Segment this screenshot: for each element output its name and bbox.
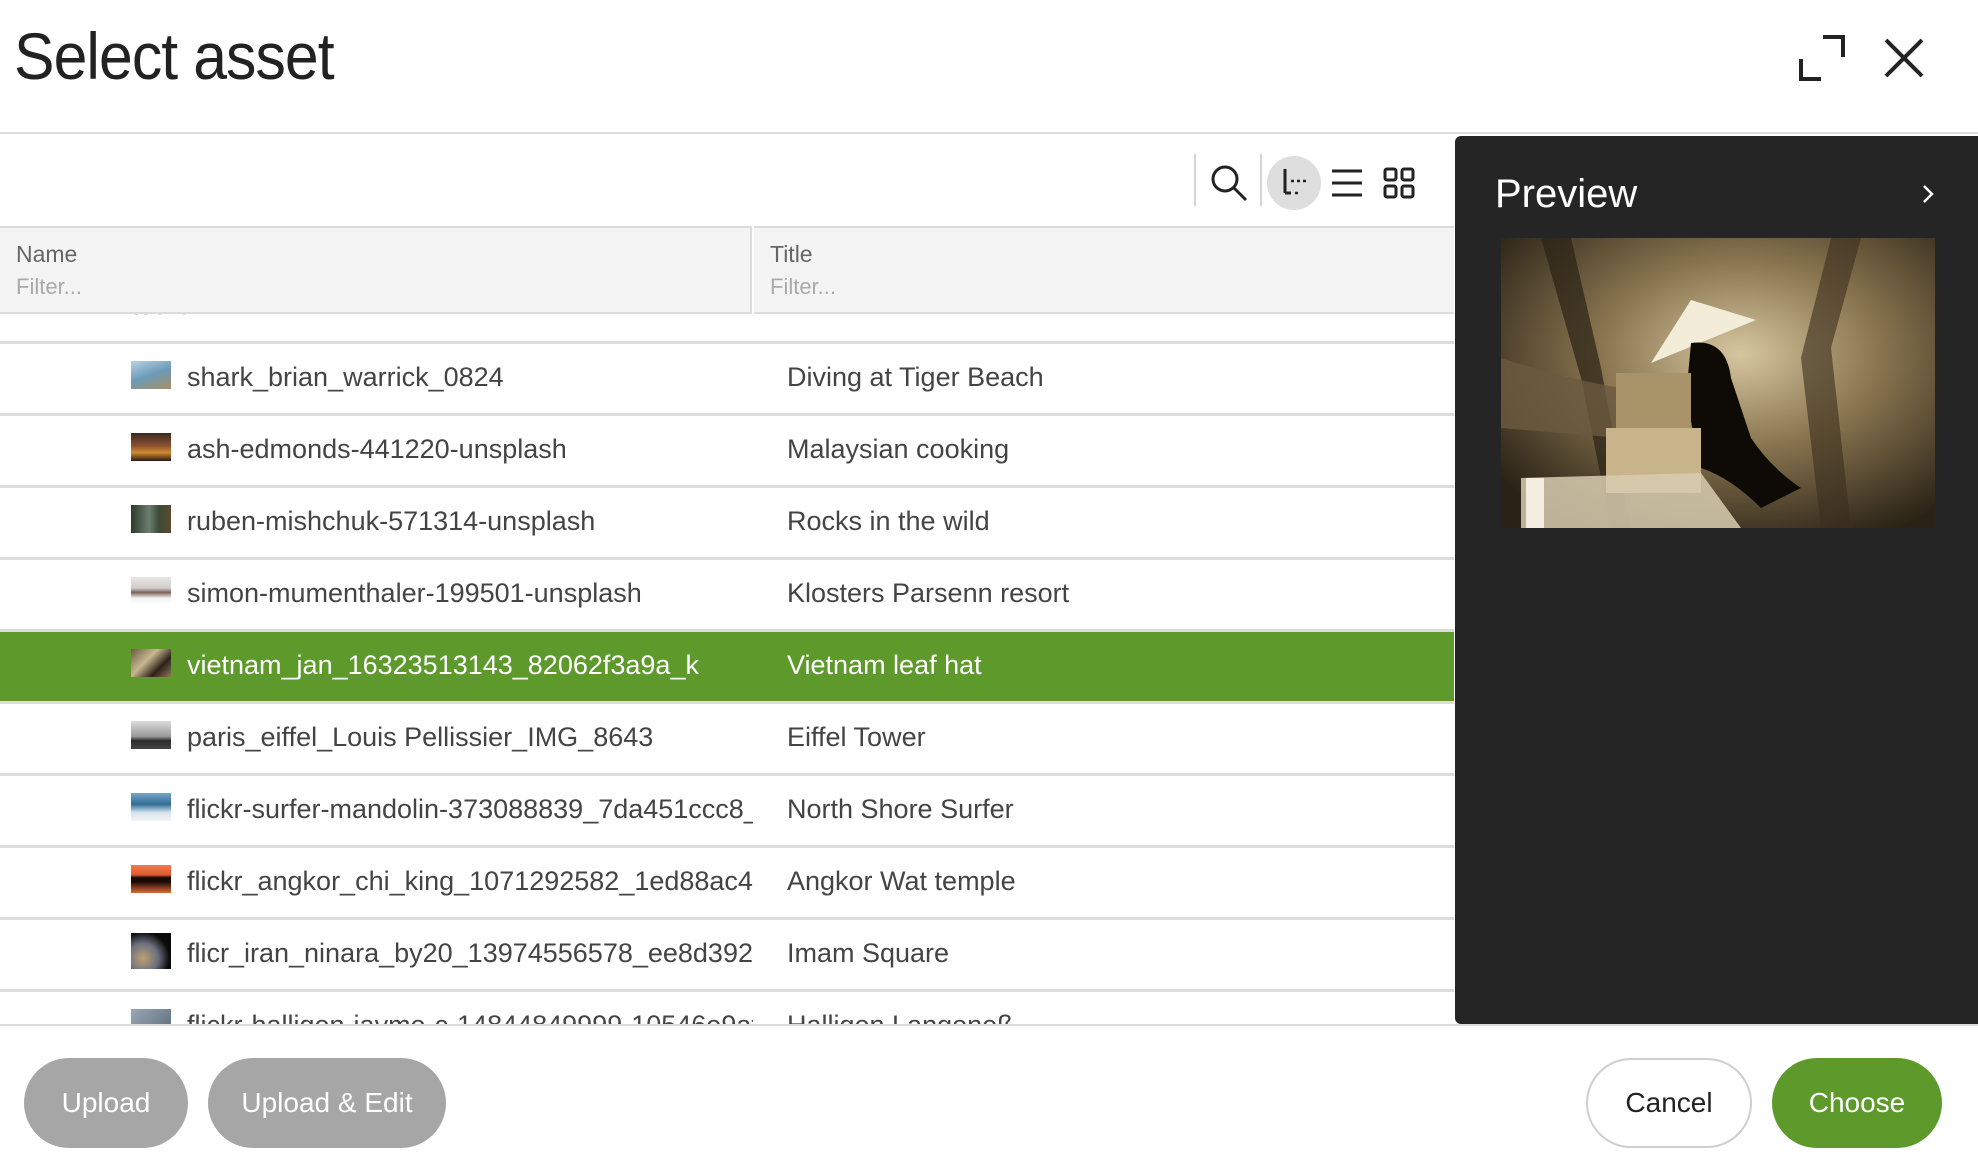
asset-name: vietnam_jan_16323513143_82062f3a9a_k <box>187 650 699 680</box>
dialog-header: Select asset <box>0 0 1978 134</box>
preview-photo <box>1501 238 1935 528</box>
expand-icon <box>1799 35 1845 81</box>
preview-title: Preview <box>1495 172 1638 216</box>
asset-name: flickr_angkor_chi_king_1071292582_1ed88a… <box>187 866 753 896</box>
title-filter-input[interactable] <box>770 274 1450 300</box>
asset-thumbnail <box>131 361 171 389</box>
title-column-header: Title <box>754 226 1454 314</box>
asset-title: Vietnam leaf hat <box>787 650 982 680</box>
asset-title: Halligen Langeneß <box>787 1010 1014 1024</box>
asset-row[interactable]: ruben-mishchuk-571314-unsplash Rocks in … <box>0 488 1454 560</box>
list-view-icon <box>1332 169 1362 197</box>
name-column-label: Name <box>16 241 78 267</box>
asset-title: Imam Square <box>787 938 950 968</box>
close-icon <box>1884 38 1924 78</box>
asset-row[interactable]: flickr_angkor_chi_king_1071292582_1ed88a… <box>0 848 1454 920</box>
asset-thumbnail <box>131 577 171 605</box>
asset-row[interactable]: paris_eiffel_Louis Pellissier_IMG_8643 E… <box>0 704 1454 776</box>
asset-thumbnail <box>131 1009 171 1024</box>
grid-view-icon <box>1383 167 1415 199</box>
asset-name: paris_eiffel_Louis Pellissier_IMG_8643 <box>187 722 654 752</box>
asset-thumbnail <box>131 933 171 969</box>
asset-thumbnail <box>131 505 171 533</box>
name-filter-input[interactable] <box>16 274 696 300</box>
chevron-right-icon <box>1923 185 1934 203</box>
asset-name: tours <box>131 314 697 321</box>
grid-view-button[interactable] <box>1372 156 1426 210</box>
asset-thumbnail <box>131 649 171 677</box>
asset-name: flicr_iran_ninara_by20_13974556578_ee8d3… <box>187 938 753 968</box>
asset-row-selected[interactable]: vietnam_jan_16323513143_82062f3a9a_k Vie… <box>0 632 1454 704</box>
asset-title: Diving at Tiger Beach <box>787 362 1044 392</box>
tree-view-button[interactable] <box>1267 156 1321 210</box>
choose-button[interactable]: Choose <box>1772 1058 1942 1148</box>
collapse-preview-button[interactable] <box>1915 178 1943 210</box>
asset-title: Klosters Parsenn resort <box>787 578 1070 608</box>
asset-name: flickr-halligen-jayme-c-14844849999-1054… <box>187 1010 753 1024</box>
asset-row[interactable]: flickr-halligen-jayme-c-14844849999-1054… <box>0 992 1454 1024</box>
asset-title: Malaysian cooking <box>787 434 1010 464</box>
asset-row[interactable]: shark_brian_warrick_0824 Diving at Tiger… <box>0 344 1454 416</box>
asset-row-tours[interactable]: tours <box>0 314 1454 344</box>
title-column-label: Title <box>770 241 813 267</box>
tree-view-icon <box>1283 169 1308 195</box>
asset-name: shark_brian_warrick_0824 <box>187 362 504 392</box>
asset-thumbnail <box>131 793 171 821</box>
asset-row[interactable]: simon-mumenthaler-199501-unsplash Kloste… <box>0 560 1454 632</box>
asset-row[interactable]: flickr-surfer-mandolin-373088839_7da451c… <box>0 776 1454 848</box>
name-column-header: Name <box>0 226 752 314</box>
asset-list[interactable]: tours shark_brian_warrick_0824 Diving at… <box>0 314 1454 1024</box>
view-toolbar <box>0 136 1454 226</box>
asset-row[interactable]: ash-edmonds-441220-unsplash Malaysian co… <box>0 416 1454 488</box>
preview-panel: Preview <box>1455 136 1978 1024</box>
expand-button[interactable] <box>1794 30 1850 86</box>
asset-thumbnail <box>131 433 171 461</box>
asset-thumbnail <box>131 865 171 893</box>
asset-title: Rocks in the wild <box>787 506 990 536</box>
search-icon <box>1211 165 1248 202</box>
list-view-button[interactable] <box>1320 156 1374 210</box>
asset-name: ruben-mishchuk-571314-unsplash <box>187 506 596 536</box>
dialog-footer: Upload Upload & Edit Cancel Choose <box>0 1024 1978 1164</box>
cancel-button[interactable]: Cancel <box>1586 1058 1752 1148</box>
close-button[interactable] <box>1876 30 1932 86</box>
toolbar-divider <box>1260 154 1262 206</box>
asset-name: flickr-surfer-mandolin-373088839_7da451c… <box>187 794 753 824</box>
asset-title: Eiffel Tower <box>787 722 926 752</box>
asset-name: simon-mumenthaler-199501-unsplash <box>187 578 642 608</box>
asset-thumbnail <box>131 721 171 749</box>
upload-and-edit-button[interactable]: Upload & Edit <box>208 1058 446 1148</box>
asset-row[interactable]: flicr_iran_ninara_by20_13974556578_ee8d3… <box>0 920 1454 992</box>
asset-title: North Shore Surfer <box>787 794 1014 824</box>
select-asset-dialog: Select asset Name Filter... Title Filter… <box>0 0 1978 1164</box>
preview-image <box>1501 238 1935 528</box>
dialog-title: Select asset <box>14 19 335 93</box>
asset-name: ash-edmonds-441220-unsplash <box>187 434 567 464</box>
upload-button[interactable]: Upload <box>24 1058 188 1148</box>
search-button[interactable] <box>1202 156 1256 210</box>
asset-title: Angkor Wat temple <box>787 866 1016 896</box>
toolbar-divider <box>1194 154 1196 206</box>
